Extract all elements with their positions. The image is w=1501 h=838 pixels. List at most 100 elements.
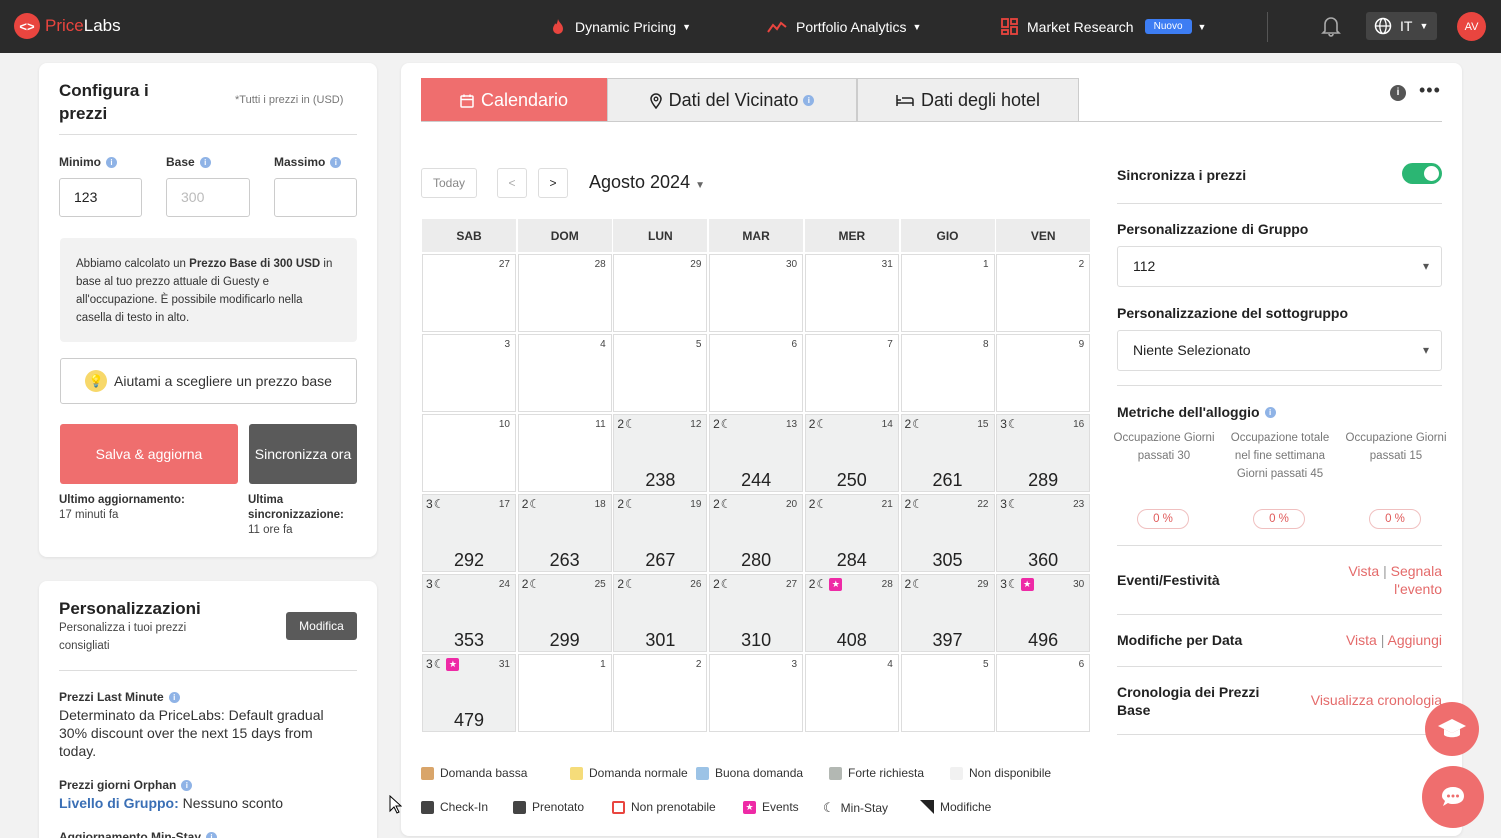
sync-prices-toggle[interactable] (1402, 163, 1442, 184)
calendar-day-cell[interactable]: 21 2 ☾ 284 (804, 494, 899, 572)
tab-calendar[interactable]: Calendario (421, 78, 607, 122)
tab-hotels[interactable]: Dati degli hotel (857, 78, 1079, 122)
calendar-day-cell[interactable]: 29 2 ☾ 397 (900, 574, 995, 652)
calendar-day-cell[interactable]: 22 2 ☾ 305 (900, 494, 995, 572)
calendar-day-cell[interactable]: 2 (996, 254, 1091, 332)
min-stay-indicator: 2 ☾ ★ (809, 577, 843, 591)
calendar-day-cell[interactable]: 7 (804, 334, 899, 412)
today-button[interactable]: Today (421, 168, 477, 198)
calendar-day-cell[interactable]: 3 (422, 334, 516, 412)
day-number: 13 (785, 419, 798, 430)
calendar-day-cell[interactable]: 25 2 ☾ 299 (517, 574, 612, 652)
calendar-day-cell[interactable]: 1 (517, 654, 612, 732)
help-base-price-button[interactable]: 💡 Aiutami a scegliere un prezzo base (60, 358, 357, 404)
event-star-icon[interactable]: ★ (1020, 577, 1034, 591)
calendar-day-cell[interactable]: 28 2 ☾ ★ 408 (804, 574, 899, 652)
info-icon[interactable]: i (199, 156, 211, 168)
calendar-day-cell[interactable]: 3 (709, 654, 804, 732)
calendar-day-cell[interactable]: 31 3 ☾ ★ 479 (422, 654, 516, 732)
info-icon[interactable]: i (1264, 406, 1276, 418)
calendar-day-cell[interactable]: 27 (422, 254, 516, 332)
calendar-day-cell[interactable]: 30 3 ☾ ★ 496 (996, 574, 1091, 652)
calendar-day-cell[interactable]: 29 (613, 254, 708, 332)
calendar-day-cell[interactable]: 11 (517, 414, 612, 492)
events-view-link[interactable]: Vista (1348, 563, 1379, 579)
day-price: 479 (453, 710, 485, 730)
min-price-input[interactable]: 123 (59, 178, 142, 217)
sync-now-button[interactable]: Sincronizza ora (249, 424, 357, 484)
moon-icon: ☾ (433, 657, 445, 671)
calendar-day-cell[interactable]: 4 (517, 334, 612, 412)
calendar-day-cell[interactable]: 6 (709, 334, 804, 412)
calendar-day-cell[interactable]: 18 2 ☾ 263 (517, 494, 612, 572)
divider (1117, 666, 1442, 667)
day-price: 397 (932, 630, 963, 650)
info-icon[interactable]: i (803, 95, 815, 106)
calendar-day-cell[interactable]: 1 (900, 254, 995, 332)
day-number: 29 (690, 259, 702, 270)
calendar-day-cell[interactable]: 10 (422, 414, 516, 492)
calendar-day-cell[interactable]: 16 3 ☾ 289 (996, 414, 1091, 492)
group-select[interactable]: 112 (1117, 246, 1442, 287)
academy-button[interactable] (1425, 702, 1479, 756)
subgroup-select[interactable]: Niente Selezionato (1117, 330, 1442, 371)
info-icon[interactable]: i (181, 779, 193, 791)
map-pin-icon (649, 92, 662, 109)
nav-dynamic-pricing[interactable]: Dynamic Pricing ▼ (550, 0, 691, 53)
calendar-day-cell[interactable]: 5 (900, 654, 995, 732)
base-price-input[interactable]: 300 (166, 178, 250, 217)
calendar-day-cell[interactable]: 28 (517, 254, 612, 332)
pricelabs-logo[interactable]: <> PriceLabs (14, 13, 121, 39)
calendar-day-cell[interactable]: 6 (996, 654, 1091, 732)
nav-market-research[interactable]: Market Research Nuovo ▼ (1001, 0, 1206, 53)
calendar-day-cell[interactable]: 4 (804, 654, 899, 732)
info-icon[interactable]: i (106, 156, 117, 168)
tab-neighborhood[interactable]: Dati del Vicinato i (607, 78, 857, 122)
calendar-day-cell[interactable]: 5 (613, 334, 708, 412)
info-icon[interactable]: i (168, 691, 180, 703)
calendar-day-cell[interactable]: 31 (804, 254, 899, 332)
calendar-day-cell[interactable]: 14 2 ☾ 250 (804, 414, 899, 492)
event-star-icon[interactable]: ★ (829, 577, 843, 591)
month-selector[interactable]: Agosto 2024 ▼ (589, 172, 705, 193)
calendar-day-cell[interactable]: 20 2 ☾ 280 (709, 494, 804, 572)
metrics-label: Metriche dell'alloggio i (1117, 404, 1276, 420)
info-icon[interactable]: i (330, 156, 342, 168)
bell-icon[interactable] (1321, 15, 1341, 42)
calendar-day-cell[interactable]: 24 3 ☾ 353 (422, 574, 516, 652)
calendar-day-cell[interactable]: 9 (996, 334, 1091, 412)
calendar-day-cell[interactable]: 27 2 ☾ 310 (709, 574, 804, 652)
calendar-day-cell[interactable]: 13 2 ☾ 244 (709, 414, 804, 492)
calendar-day-cell[interactable]: 2 (613, 654, 708, 732)
view-history-link[interactable]: Visualizza cronologia (1281, 691, 1442, 709)
more-options-icon[interactable]: ••• (1419, 80, 1441, 101)
chevron-down-icon: ▼ (682, 21, 692, 32)
min-stay-indicator: 2 ☾ (713, 497, 732, 511)
language-selector[interactable]: IT ▼ (1366, 12, 1437, 40)
checkin-icon (421, 800, 434, 814)
calendar-day-cell[interactable]: 15 2 ☾ 261 (900, 414, 995, 492)
calendar-day-cell[interactable]: 17 3 ☾ 292 (422, 494, 516, 572)
user-avatar[interactable]: AV (1457, 12, 1486, 41)
info-icon[interactable]: i (1390, 85, 1406, 101)
changes-add-link[interactable]: Aggiungi (1388, 632, 1443, 648)
chat-button[interactable] (1422, 766, 1484, 828)
nav-portfolio-analytics[interactable]: Portfolio Analytics ▼ (767, 0, 921, 53)
next-month-button[interactable]: > (538, 168, 568, 198)
calendar-day-cell[interactable]: 23 3 ☾ 360 (996, 494, 1091, 572)
calendar-day-cell[interactable]: 26 2 ☾ 301 (613, 574, 708, 652)
edit-button[interactable]: Modifica (286, 612, 357, 640)
info-icon[interactable]: i (206, 831, 218, 838)
event-star-icon[interactable]: ★ (446, 657, 460, 671)
calendar-day-cell[interactable]: 8 (900, 334, 995, 412)
calendar-day-cell[interactable]: 30 (709, 254, 804, 332)
prev-month-button[interactable]: < (497, 168, 527, 198)
calendar-day-cell[interactable]: 19 2 ☾ 267 (613, 494, 708, 572)
save-update-button[interactable]: Salva & aggiorna (60, 424, 238, 484)
changes-view-link[interactable]: Vista (1346, 632, 1377, 648)
day-price: 360 (1028, 550, 1059, 570)
calendar-day-cell[interactable]: 12 2 ☾ 238 (613, 414, 708, 492)
report-event-link[interactable]: Segnala l'evento (1391, 563, 1442, 597)
max-price-input[interactable] (274, 178, 357, 217)
events-label: Eventi/Festività (1117, 572, 1220, 588)
